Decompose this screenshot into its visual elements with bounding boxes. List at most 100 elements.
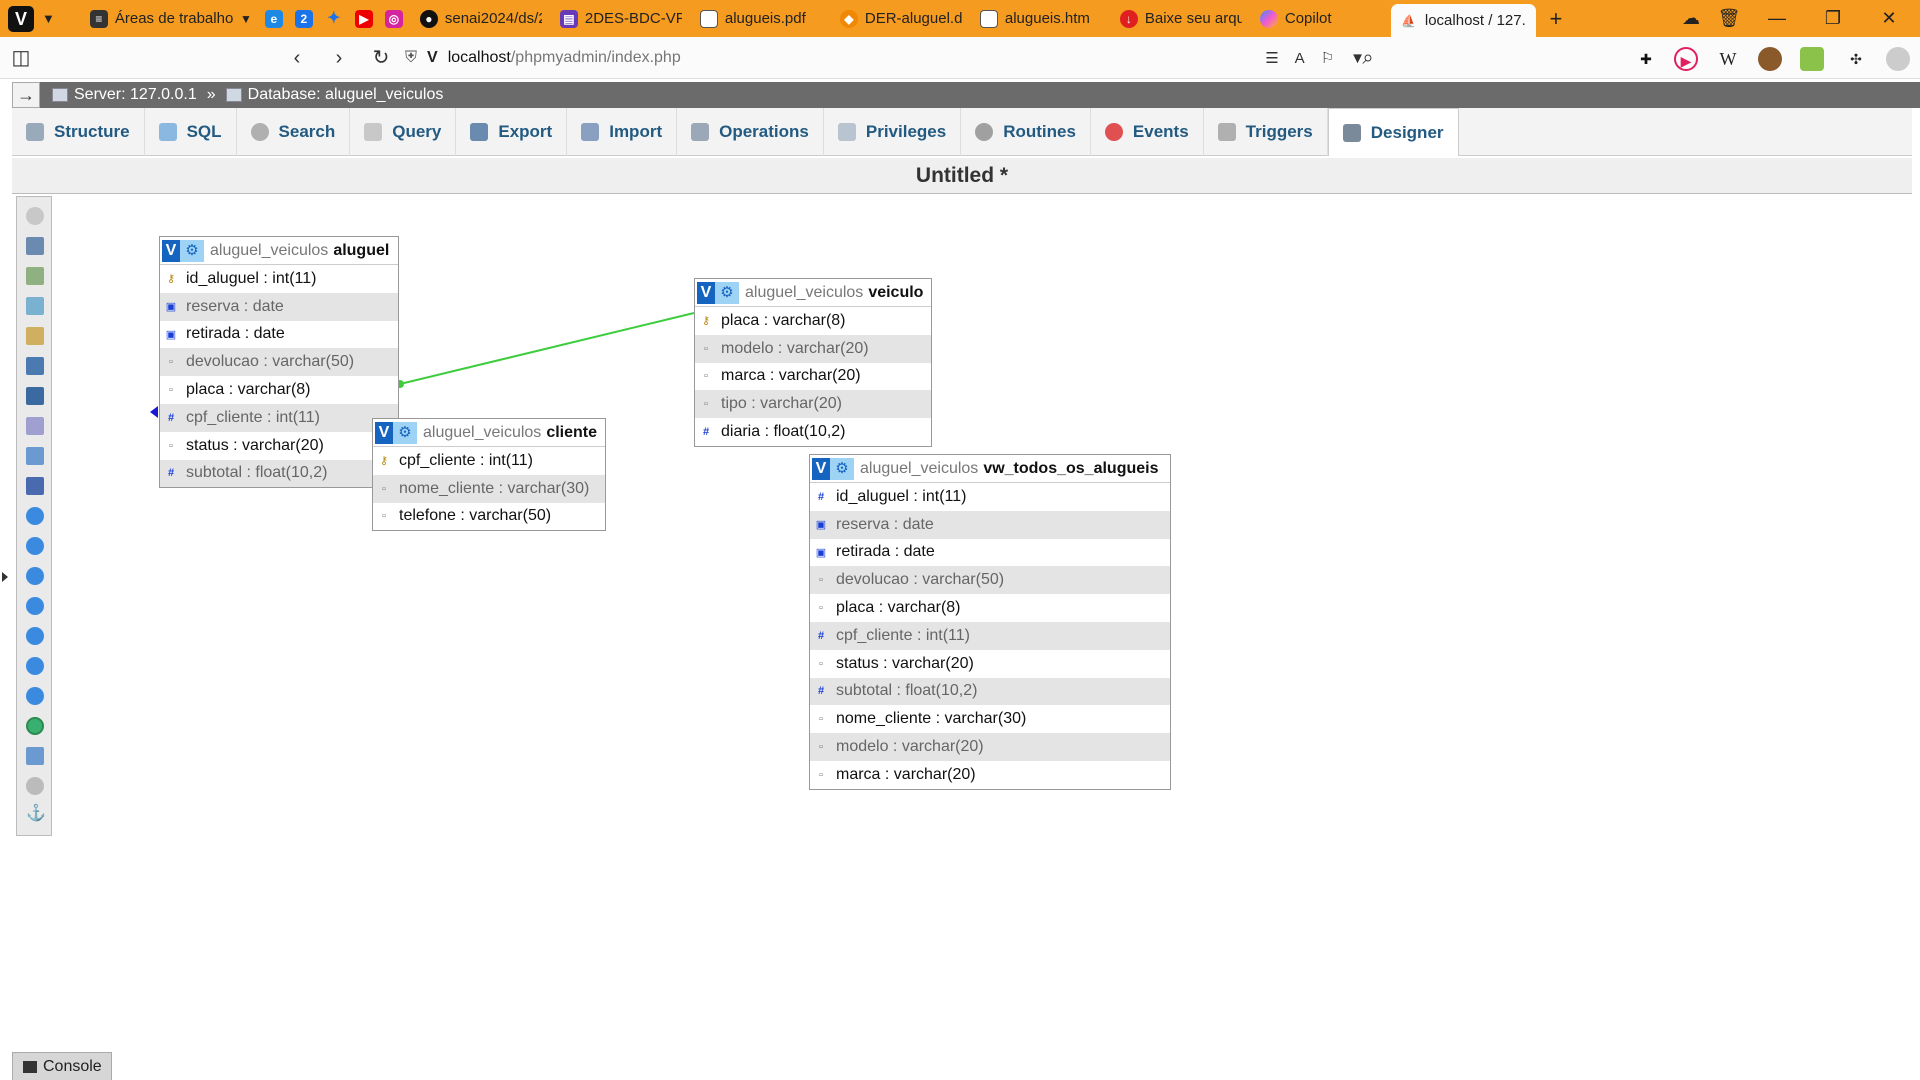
column-row[interactable]: # subtotal : float(10,2) — [810, 677, 1170, 706]
pdf-icon[interactable] — [26, 687, 44, 705]
tab-alugueis-htm[interactable]: alugueis.htm — [971, 0, 1111, 37]
menu-icon[interactable] — [26, 717, 44, 735]
show-all-icon[interactable] — [26, 207, 44, 225]
save-icon[interactable] — [26, 357, 44, 375]
tab-copilot[interactable]: Copilot — [1251, 0, 1391, 37]
avatar[interactable] — [1886, 47, 1910, 71]
add-tables-icon[interactable] — [26, 267, 44, 285]
restore-button[interactable]: ❐ — [1810, 0, 1856, 37]
puzzle-icon[interactable]: ✣ — [1844, 47, 1868, 71]
tab-operations[interactable]: Operations — [677, 108, 824, 156]
navigation-toggle-icon[interactable]: → — [12, 82, 40, 108]
column-row[interactable]: ▫ status : varchar(20) — [160, 431, 398, 460]
tab-routines[interactable]: Routines — [961, 108, 1091, 156]
column-row[interactable]: ▫ tipo : varchar(20) — [695, 390, 931, 419]
tab-github[interactable]: ● senai2024/ds/2 — [411, 0, 551, 37]
column-row[interactable]: ▫ modelo : varchar(20) — [695, 334, 931, 363]
edit-page-icon[interactable] — [26, 447, 44, 465]
tab-triggers[interactable]: Triggers — [1204, 108, 1328, 156]
tab-query[interactable]: Query — [350, 108, 457, 156]
column-row[interactable]: ▫ placa : varchar(8) — [160, 376, 398, 404]
tab-export[interactable]: Export — [456, 108, 568, 156]
column-row[interactable]: ▣ reserva : date — [810, 510, 1170, 539]
tab-der-aluguel[interactable]: ◆ DER-aluguel.dr — [831, 0, 971, 37]
column-row[interactable]: ▫ marca : varchar(20) — [810, 760, 1170, 789]
tab-search[interactable]: Search — [237, 108, 351, 156]
toggle-small-big-icon[interactable] — [26, 657, 44, 675]
gear-icon[interactable]: ⚙ — [830, 457, 854, 480]
create-relation-icon[interactable] — [26, 477, 44, 495]
reload-icon[interactable] — [26, 507, 44, 525]
fullscreen-icon[interactable] — [26, 237, 44, 255]
shield-icon[interactable]: ⛨ — [405, 49, 417, 67]
chevron-down-icon[interactable]: ▼ — [42, 11, 55, 26]
column-row[interactable]: ▫ devolucao : varchar(50) — [160, 348, 398, 377]
tab-phpmyadmin[interactable]: ⛵ localhost / 127. — [1390, 4, 1536, 37]
column-row[interactable]: ▣ retirada : date — [160, 320, 398, 349]
table-header[interactable]: V ⚙ aluguel_veiculos vw_todos_os_aluguei… — [810, 455, 1170, 483]
extension-badge-icon[interactable]: ✚ — [1634, 47, 1658, 71]
reload-button[interactable]: ↻ — [368, 45, 394, 71]
breadcrumb-server[interactable]: Server: 127.0.0.1 — [74, 86, 197, 104]
column-row[interactable]: # id_aluguel : int(11) — [810, 483, 1170, 511]
open-page-icon[interactable] — [26, 327, 44, 345]
reader-view-icon[interactable]: ☰ — [1265, 49, 1278, 67]
toggle-columns-icon[interactable]: V — [812, 457, 830, 480]
forward-button[interactable]: › — [326, 45, 352, 71]
pinned-tab-instagram[interactable]: ◎ — [381, 0, 411, 37]
save-as-icon[interactable] — [26, 387, 44, 405]
column-row[interactable]: ▣ retirada : date — [810, 538, 1170, 567]
column-row[interactable]: # cpf_cliente : int(11) — [160, 403, 398, 432]
trash-icon[interactable]: 🗑 — [1706, 0, 1752, 37]
column-row[interactable]: ⚷ cpf_cliente : int(11) — [373, 447, 605, 475]
column-row[interactable]: ▣ reserva : date — [160, 292, 398, 321]
column-row[interactable]: ▫ nome_cliente : varchar(30) — [373, 474, 605, 503]
address-bar[interactable]: ⛨ V localhost /phpmyadmin/index.php ☰ A … — [405, 42, 1375, 74]
table-cliente[interactable]: V ⚙ aluguel_veiculos cliente ⚷ cpf_client… — [372, 418, 606, 532]
collapse-arrow-icon[interactable] — [2, 572, 8, 582]
tab-structure[interactable]: Structure — [12, 108, 145, 156]
column-row[interactable]: ⚷ placa : varchar(8) — [695, 307, 931, 335]
column-row[interactable]: ⚷ id_aluguel : int(11) — [160, 265, 398, 293]
close-window-button[interactable]: ✕ — [1866, 0, 1912, 37]
tab-workspaces[interactable]: ≡ Áreas de trabalho ▼ — [81, 0, 261, 37]
tab-download[interactable]: ↓ Baixe seu arqui — [1111, 0, 1251, 37]
toggle-columns-icon[interactable]: V — [697, 281, 715, 304]
wikipedia-icon[interactable]: W — [1716, 47, 1740, 71]
move-menu-icon[interactable] — [26, 777, 44, 795]
gear-icon[interactable]: ⚙ — [715, 281, 739, 304]
gear-icon[interactable]: ⚙ — [393, 421, 417, 444]
translate-icon[interactable]: A — [1295, 50, 1305, 67]
tab-alugueis-pdf[interactable]: alugueis.pdf — [691, 0, 831, 37]
table-header[interactable]: V ⚙ aluguel_veiculos aluguel — [160, 237, 398, 265]
column-row[interactable]: # subtotal : float(10,2) — [160, 459, 398, 488]
build-query-icon[interactable] — [26, 747, 44, 765]
table-veiculo[interactable]: V ⚙ aluguel_veiculos veiculo ⚷ placa : va… — [694, 278, 932, 447]
bookmark-icon[interactable]: ⚐ — [1321, 49, 1334, 67]
breadcrumb-database[interactable]: Database: aluguel_veiculos — [248, 86, 444, 104]
toggle-columns-icon[interactable]: V — [375, 421, 393, 444]
table-vw-todos-os-alugueis[interactable]: V ⚙ aluguel_veiculos vw_todos_os_aluguei… — [809, 454, 1171, 790]
help-icon[interactable] — [26, 537, 44, 555]
gear-icon[interactable]: ⚙ — [180, 239, 204, 262]
column-row[interactable]: ▫ telefone : varchar(50) — [373, 502, 605, 531]
back-button[interactable]: ‹ — [284, 45, 310, 71]
table-header[interactable]: V ⚙ aluguel_veiculos cliente — [373, 419, 605, 447]
column-row[interactable]: # diaria : float(10,2) — [695, 418, 931, 446]
column-row[interactable]: ▫ devolucao : varchar(50) — [810, 566, 1170, 595]
angular-links-icon[interactable] — [26, 567, 44, 585]
delete-page-icon[interactable] — [26, 417, 44, 435]
column-row[interactable]: ▫ status : varchar(20) — [810, 649, 1170, 678]
column-row[interactable]: ▫ placa : varchar(8) — [810, 594, 1170, 622]
table-aluguel[interactable]: V ⚙ aluguel_veiculos aluguel ⚷ id_aluguel… — [159, 236, 399, 489]
pinned-tab-calendar[interactable]: 2 — [291, 0, 321, 37]
column-row[interactable]: # cpf_cliente : int(11) — [810, 621, 1170, 650]
vivaldi-logo-icon[interactable]: V — [8, 5, 34, 32]
column-row[interactable]: ▫ marca : varchar(20) — [695, 362, 931, 391]
small-big-icon[interactable] — [26, 627, 44, 645]
tab-privileges[interactable]: Privileges — [824, 108, 962, 156]
new-page-icon[interactable] — [26, 297, 44, 315]
panel-toggle-icon[interactable]: ◫ — [8, 45, 34, 71]
media-extension-icon[interactable]: ▶ — [1674, 47, 1698, 71]
toggle-columns-icon[interactable]: V — [162, 239, 180, 262]
